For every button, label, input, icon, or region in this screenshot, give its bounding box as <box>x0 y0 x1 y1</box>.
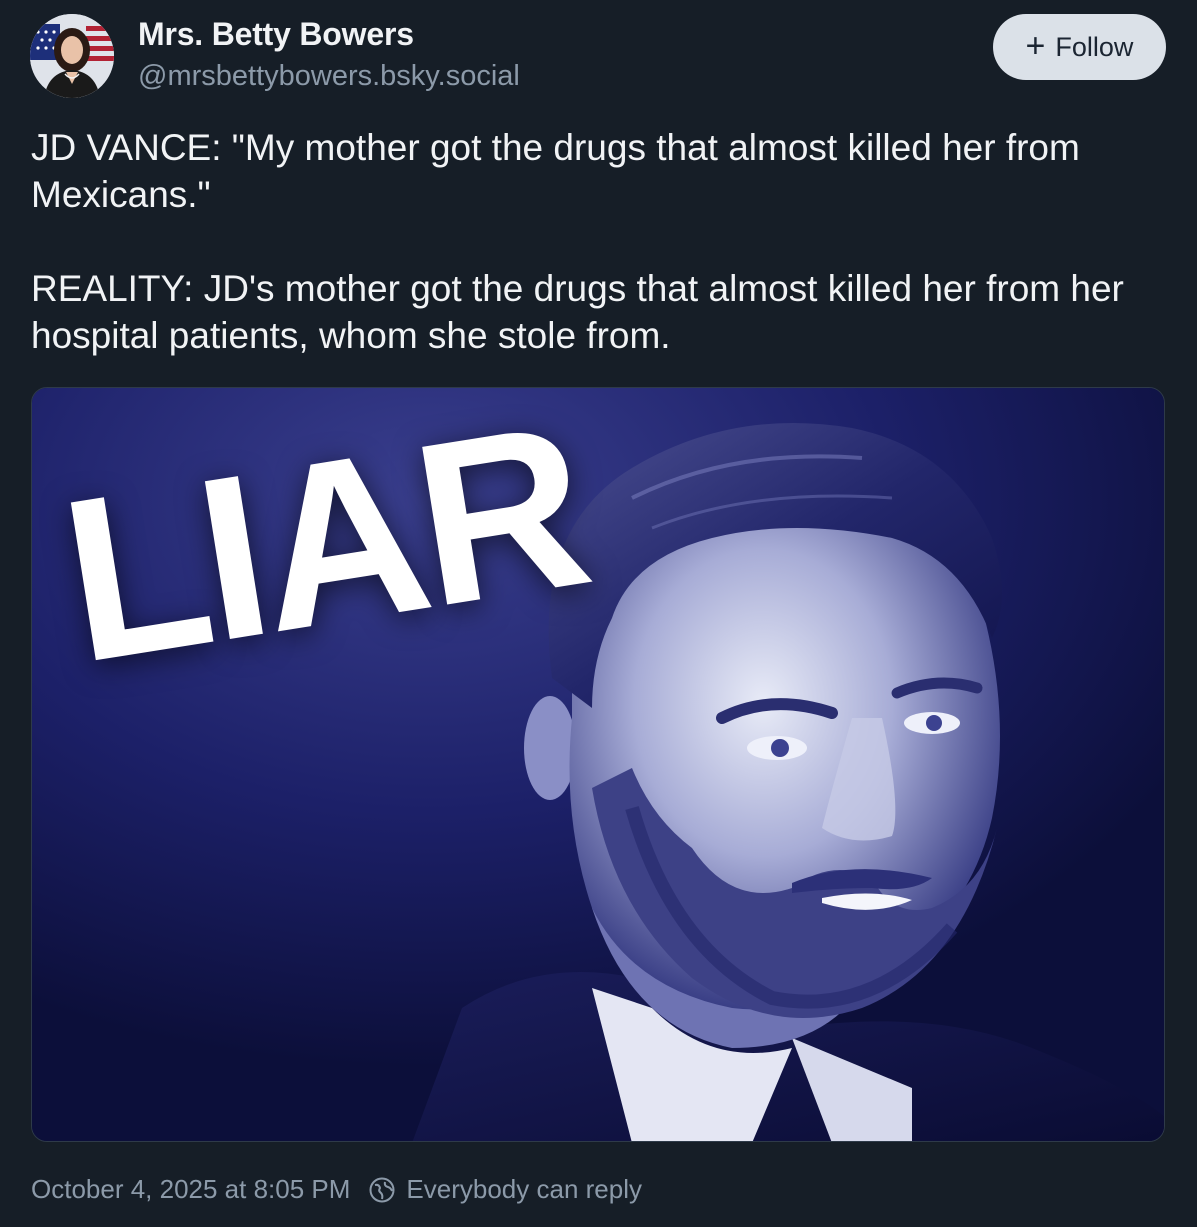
post-paragraph: JD VANCE: "My mother got the drugs that … <box>31 127 1080 215</box>
reply-setting[interactable]: Everybody can reply <box>406 1174 642 1205</box>
author-display-name[interactable]: Mrs. Betty Bowers <box>138 16 414 53</box>
follow-button-label: Follow <box>1055 31 1134 62</box>
avatar-image <box>30 14 114 98</box>
post-card: Mrs. Betty Bowers @mrsbettybowers.bsky.s… <box>0 0 1197 1227</box>
post-paragraph: REALITY: JD's mother got the drugs that … <box>31 268 1124 356</box>
plus-icon: + <box>1025 26 1046 65</box>
post-timestamp[interactable]: October 4, 2025 at 8:05 PM <box>31 1174 350 1205</box>
post-footer: October 4, 2025 at 8:05 PM Everybody can… <box>31 1174 642 1205</box>
globe-icon <box>368 1176 396 1204</box>
post-text: JD VANCE: "My mother got the drugs that … <box>31 124 1171 359</box>
author-avatar[interactable] <box>30 14 114 98</box>
author-handle[interactable]: @mrsbettybowers.bsky.social <box>138 60 520 93</box>
follow-button[interactable]: + Follow <box>993 14 1166 80</box>
